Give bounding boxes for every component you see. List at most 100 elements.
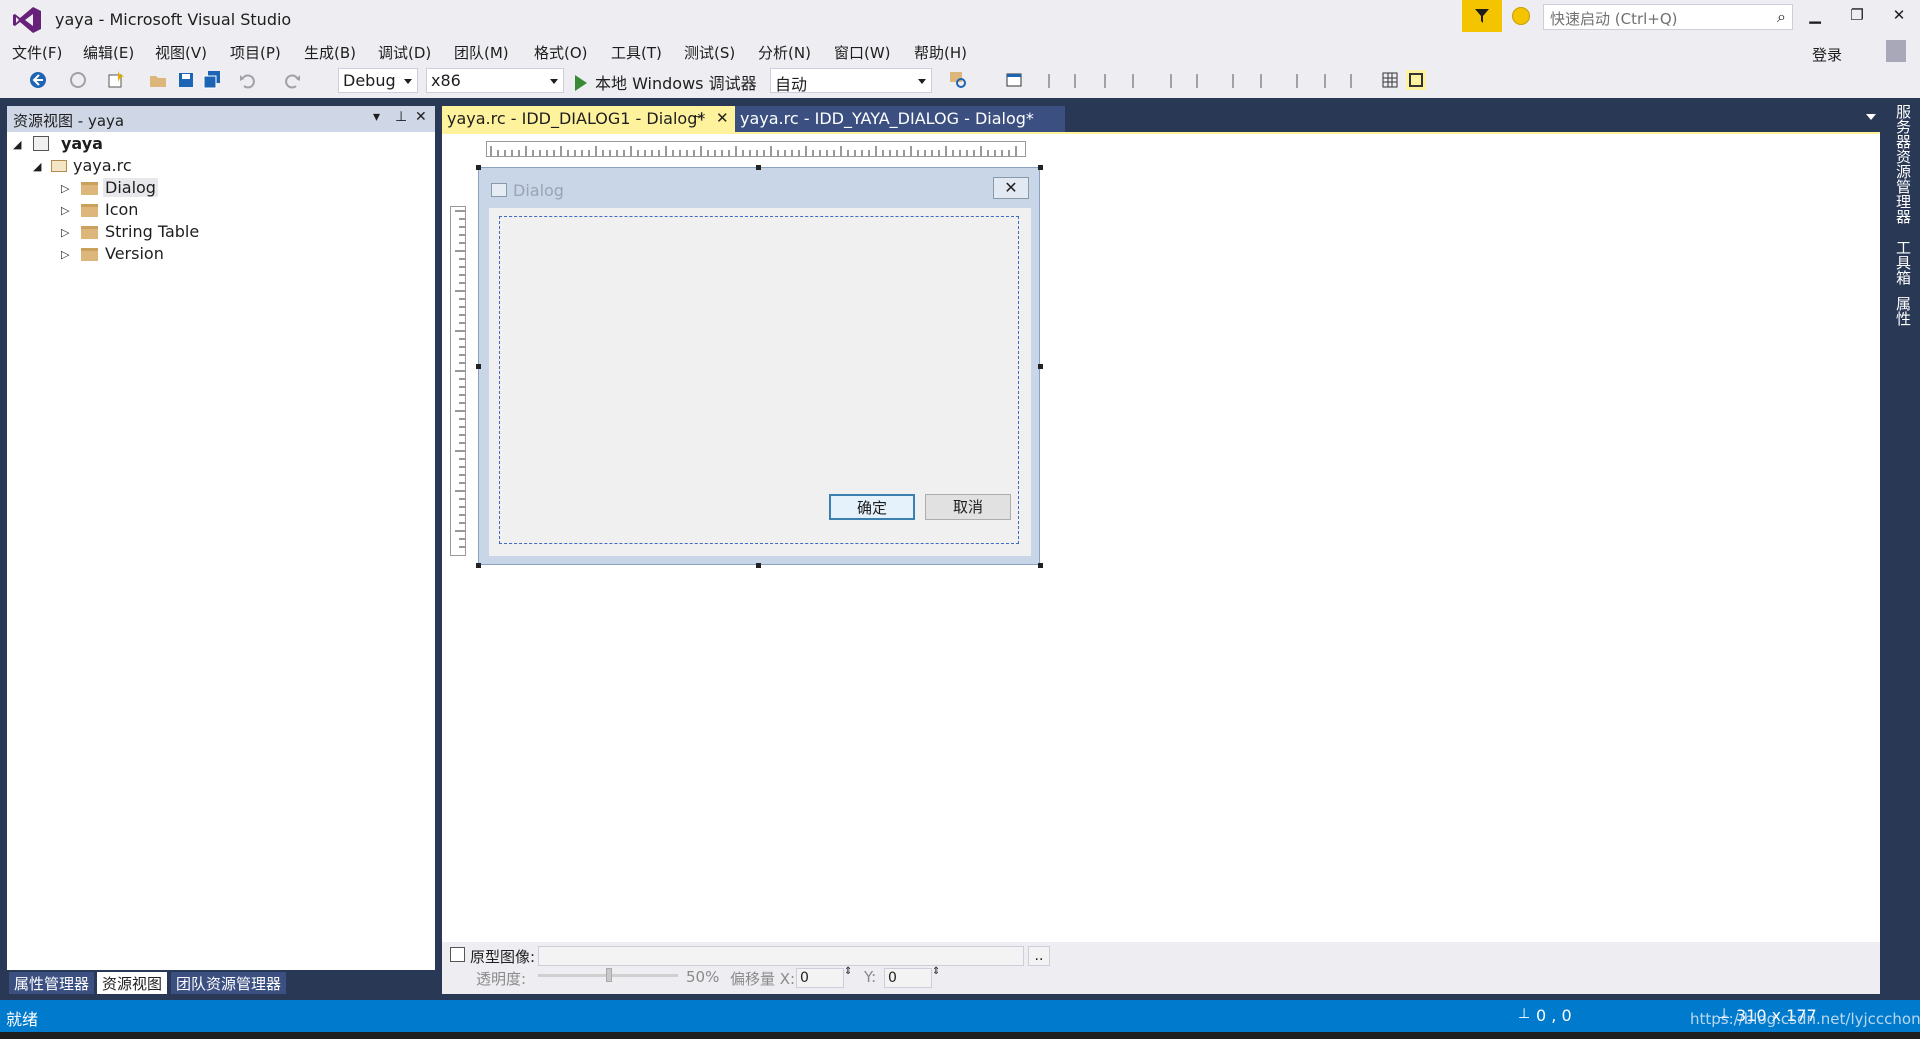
save-icon[interactable] [176, 70, 196, 90]
menu-window[interactable]: 窗口(W) [834, 42, 891, 63]
tab-idd-yaya-dialog[interactable]: yaya.rc - IDD_YAYA_DIALOG - Dialog* [735, 106, 1065, 132]
tab-team-explorer[interactable]: 团队资源管理器 [171, 972, 287, 994]
tab-overflow-icon[interactable] [1866, 114, 1876, 120]
taskbar-strip [0, 1032, 1920, 1039]
menu-test[interactable]: 测试(S) [684, 42, 735, 63]
pin-icon[interactable]: ⊥ [395, 109, 407, 125]
feedback-smiley-icon[interactable] [1512, 7, 1530, 25]
account-avatar[interactable] [1886, 40, 1906, 62]
menu-help[interactable]: 帮助(H) [914, 42, 967, 63]
restore-button[interactable]: ❐ [1842, 6, 1872, 30]
collapse-icon[interactable]: ◢ [13, 138, 21, 151]
same-width-icon[interactable] [1296, 74, 1298, 88]
same-size-icon[interactable] [1350, 74, 1352, 88]
align-right-icon[interactable] [1074, 74, 1076, 88]
align-bottom-icon[interactable] [1132, 74, 1134, 88]
watermark: https://blog.csdn.net/lyjccchong [1690, 1010, 1920, 1028]
expand-icon[interactable]: ▷ [61, 248, 69, 261]
open-file-icon[interactable] [148, 70, 168, 90]
panel-dropdown-icon[interactable]: ▾ [373, 109, 380, 125]
menu-build[interactable]: 生成(B) [304, 42, 356, 63]
folder-icon [81, 204, 98, 217]
resize-handle[interactable] [1038, 364, 1043, 369]
close-tab-icon[interactable]: ✕ [716, 109, 729, 127]
menu-view[interactable]: 视图(V) [155, 42, 207, 63]
configuration-select[interactable]: Debug [338, 68, 418, 93]
offset-x-input[interactable]: 0 [796, 968, 844, 988]
design-surface[interactable]: Dialog ✕ 确定 取消 [442, 134, 1880, 942]
back-icon[interactable] [28, 70, 48, 90]
align-left-icon[interactable] [1048, 74, 1050, 88]
run-label: 本地 Windows 调试器 [595, 74, 757, 93]
collapse-icon[interactable]: ◢ [33, 160, 41, 173]
menu-format[interactable]: 格式(O) [534, 42, 588, 63]
dialog-close-button[interactable]: ✕ [993, 177, 1029, 199]
resize-handle[interactable] [476, 563, 481, 568]
forward-icon[interactable] [68, 70, 88, 90]
quick-launch-input[interactable]: 快速启动 (Ctrl+Q) ⌕ [1543, 4, 1793, 30]
pin-icon[interactable]: ⊣ [692, 110, 703, 125]
undo-icon[interactable] [238, 70, 258, 90]
open-folder-icon [51, 160, 67, 172]
prototype-image-checkbox[interactable] [450, 947, 465, 962]
center-vertical-icon[interactable] [1170, 74, 1172, 88]
save-all-icon[interactable] [202, 70, 222, 90]
tab-property-manager[interactable]: 属性管理器 [9, 972, 95, 994]
tab-server-explorer[interactable]: 服务器资源管理器 [1890, 104, 1914, 224]
resize-handle[interactable] [756, 563, 761, 568]
browse-button[interactable]: .. [1028, 946, 1050, 966]
sign-in-link[interactable]: 登录 [1812, 44, 1842, 65]
search-icon[interactable]: ⌕ [1777, 7, 1786, 27]
menu-tools[interactable]: 工具(T) [611, 42, 662, 63]
test-dialog-icon[interactable] [1004, 70, 1024, 90]
close-window-button[interactable]: ✕ [1884, 6, 1914, 30]
tab-idd-dialog1[interactable]: yaya.rc - IDD_DIALOG1 - Dialog* ⊣ ✕ [442, 106, 735, 132]
dialog-client-area[interactable]: 确定 取消 [489, 208, 1031, 556]
tab-properties[interactable]: 属性 [1890, 296, 1914, 326]
menu-file[interactable]: 文件(F) [12, 42, 62, 63]
notification-button[interactable] [1462, 0, 1502, 32]
spinner-icon[interactable]: ⇕ [844, 966, 852, 977]
resize-handle[interactable] [1038, 165, 1043, 170]
resize-handle[interactable] [476, 165, 481, 170]
dialog-preview[interactable]: Dialog ✕ 确定 取消 [478, 167, 1040, 565]
find-in-files-icon[interactable] [948, 70, 968, 90]
menu-team[interactable]: 团队(M) [454, 42, 509, 63]
tree-item-string-table[interactable]: ▷ String Table [61, 222, 261, 244]
tree-item-version[interactable]: ▷ Version [61, 244, 261, 266]
tree-label: Dialog [103, 178, 158, 197]
align-top-icon[interactable] [1104, 74, 1106, 88]
close-icon[interactable]: ✕ [415, 109, 427, 125]
expand-icon[interactable]: ▷ [61, 226, 69, 239]
status-position: 0 , 0 [1536, 1006, 1572, 1025]
spinner-icon[interactable]: ⇕ [932, 966, 940, 977]
expand-icon[interactable]: ▷ [61, 182, 69, 195]
toggle-grid-icon[interactable] [1380, 70, 1400, 90]
run-mode-select[interactable]: 自动 [770, 68, 932, 94]
space-down-icon[interactable] [1260, 74, 1262, 88]
menu-analyze[interactable]: 分析(N) [758, 42, 811, 63]
opacity-slider-thumb[interactable] [606, 968, 612, 982]
redo-icon[interactable] [282, 70, 302, 90]
menu-edit[interactable]: 编辑(E) [83, 42, 134, 63]
ok-button[interactable]: 确定 [829, 494, 915, 520]
same-height-icon[interactable] [1324, 74, 1326, 88]
cancel-button[interactable]: 取消 [925, 494, 1011, 520]
resize-handle[interactable] [1038, 563, 1043, 568]
toggle-guides-icon[interactable] [1406, 70, 1426, 90]
space-across-icon[interactable] [1232, 74, 1234, 88]
menu-project[interactable]: 项目(P) [230, 42, 281, 63]
tab-resource-view[interactable]: 资源视图 [97, 972, 168, 994]
platform-select[interactable]: x86 [426, 68, 564, 93]
resize-handle[interactable] [476, 364, 481, 369]
center-horizontal-icon[interactable] [1196, 74, 1198, 88]
offset-y-input[interactable]: 0 [884, 968, 932, 988]
minimize-button[interactable]: ▁ [1800, 6, 1830, 30]
tab-toolbox[interactable]: 工具箱 [1890, 240, 1914, 285]
prototype-image-path[interactable] [538, 946, 1024, 966]
new-project-icon[interactable] [106, 70, 126, 90]
resize-handle[interactable] [756, 165, 761, 170]
start-debugging-button[interactable]: 本地 Windows 调试器 [575, 70, 757, 94]
menu-debug[interactable]: 调试(D) [378, 42, 431, 63]
expand-icon[interactable]: ▷ [61, 204, 69, 217]
